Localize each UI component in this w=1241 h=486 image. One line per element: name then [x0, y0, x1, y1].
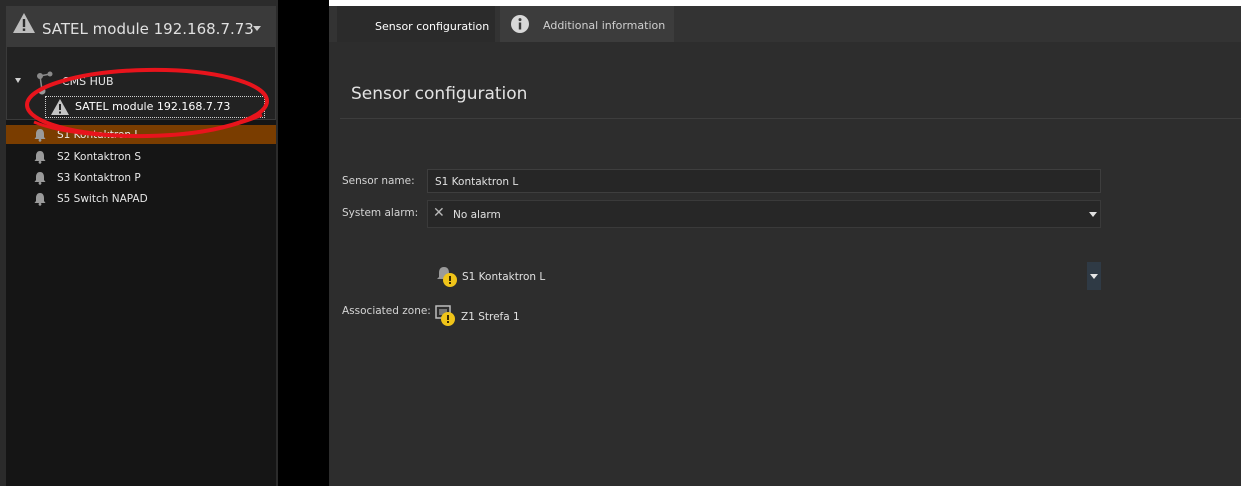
- close-icon: ✕: [433, 205, 445, 221]
- sensor-list-label: S5 Switch NAPAD: [57, 193, 148, 205]
- zone-warning-icon: [435, 305, 455, 326]
- chevron-down-icon[interactable]: [1089, 212, 1097, 217]
- info-icon: [511, 15, 529, 33]
- associated-zone-label: Associated zone:: [342, 305, 431, 317]
- tab-label: Additional information: [543, 19, 666, 32]
- zone-label: Z1 Strefa 1: [461, 311, 520, 323]
- highlight-annotation: [25, 67, 269, 139]
- page-title: Sensor configuration: [351, 84, 528, 104]
- system-alarm-select[interactable]: [427, 200, 1101, 228]
- tab-label: Sensor configuration: [375, 20, 490, 33]
- system-alarm-label: System alarm:: [342, 207, 419, 219]
- sensor-name-value: S1 Kontaktron L: [435, 176, 519, 188]
- tree-expand-icon[interactable]: [15, 78, 21, 83]
- bell-icon: [34, 193, 46, 206]
- sensor-name-label: Sensor name:: [342, 175, 415, 187]
- bell-icon: [34, 151, 46, 164]
- main-panel: [329, 6, 1241, 486]
- system-alarm-value: No alarm: [453, 209, 501, 221]
- sensor-list-label: S3 Kontaktron P: [57, 172, 141, 184]
- module-selector-label: SATEL module 192.168.7.73: [42, 20, 254, 38]
- chevron-down-icon: [1090, 274, 1098, 279]
- pane-splitter[interactable]: [278, 0, 329, 486]
- zone-sensor-label: S1 Kontaktron L: [462, 271, 546, 283]
- chevron-down-icon[interactable]: [253, 26, 261, 31]
- sensor-name-input[interactable]: [427, 169, 1101, 193]
- warning-icon: [13, 13, 35, 33]
- sensor-list-label: S2 Kontaktron S: [57, 151, 142, 163]
- divider: [340, 118, 1241, 119]
- bell-icon: [34, 172, 46, 185]
- sensor-warning-icon: [437, 267, 457, 287]
